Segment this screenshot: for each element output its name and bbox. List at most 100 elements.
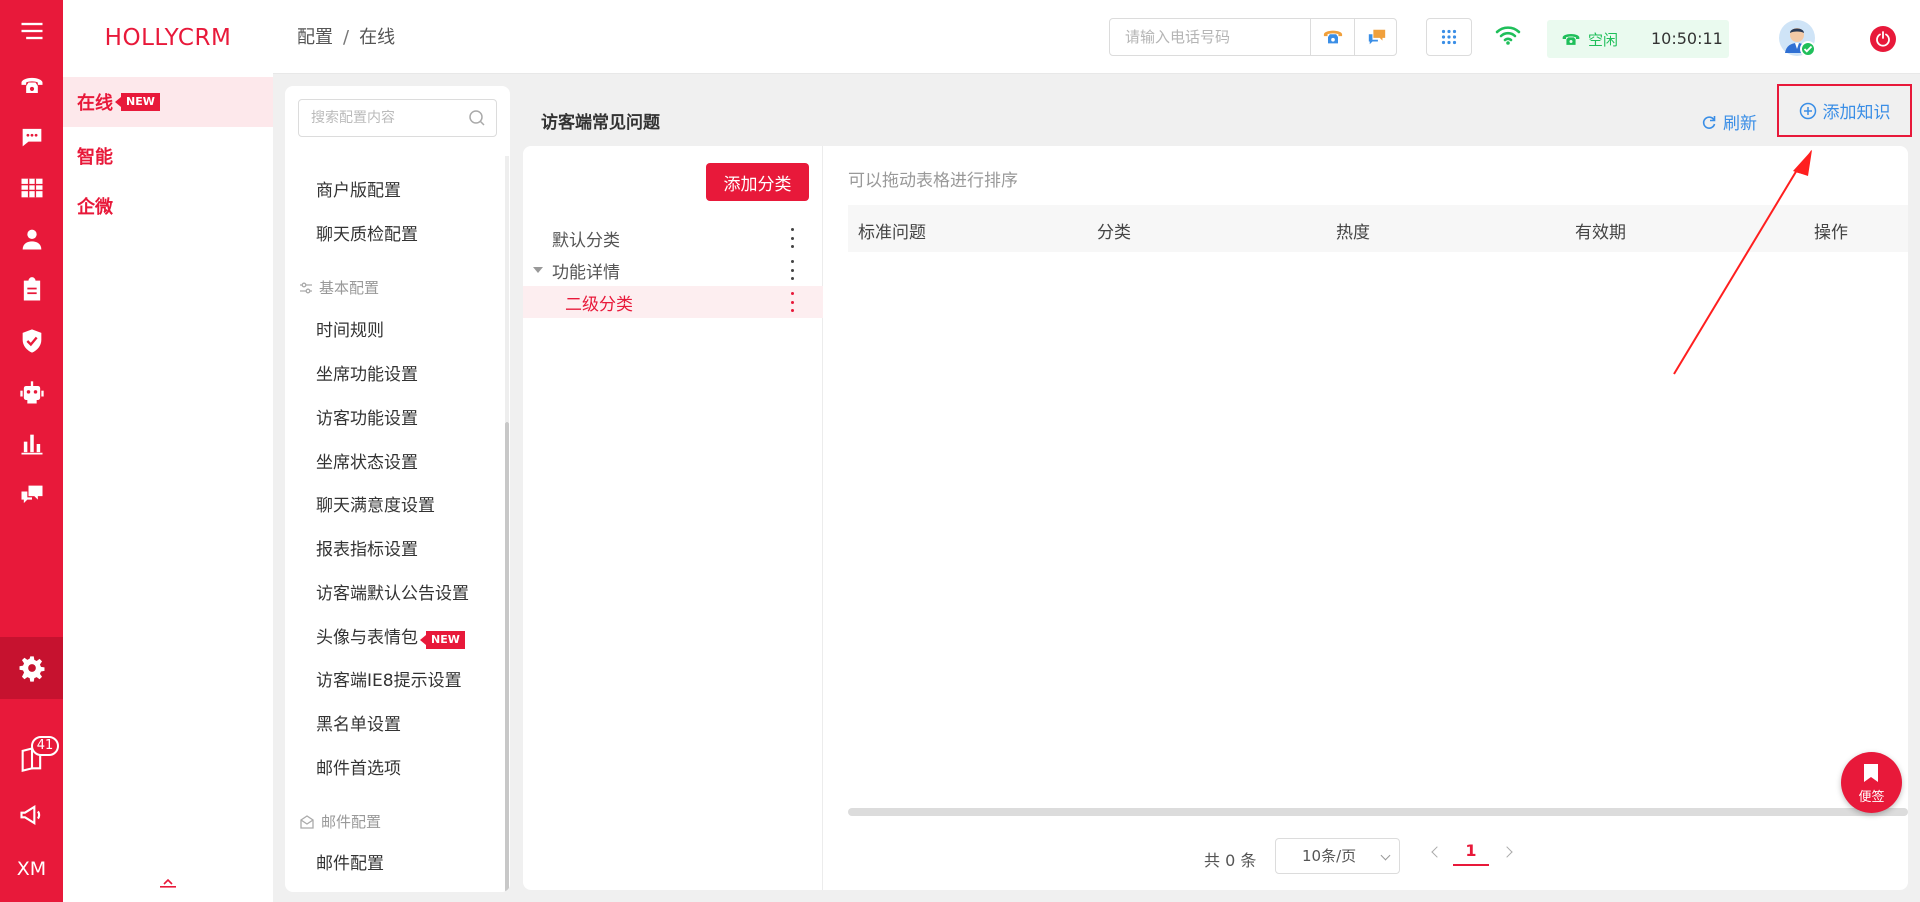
megaphone-icon xyxy=(19,804,40,826)
dial-button[interactable] xyxy=(1310,19,1354,55)
nav-item-label: 企微 xyxy=(77,197,113,218)
column-header: 操作 xyxy=(1814,223,1848,243)
page-size-value: 10条/页 xyxy=(1302,847,1357,865)
online-check-icon xyxy=(1800,41,1816,57)
tree-node-label: 默认分类 xyxy=(552,230,620,251)
nav-item-label: 智能 xyxy=(77,147,113,168)
tree-node-feature-detail[interactable]: 功能详情 xyxy=(523,254,823,286)
mail-icon xyxy=(300,814,314,829)
phone-dial-icon xyxy=(1323,30,1342,44)
config-item[interactable]: 坐席功能设置 xyxy=(316,360,418,385)
apps-button[interactable] xyxy=(1426,18,1472,56)
pagination: 共 0 条 10条/页 1 xyxy=(523,836,1908,876)
config-group-title: 邮件配置 xyxy=(321,813,382,831)
rail-messages[interactable] xyxy=(0,464,63,526)
config-group-basic: 基本配置 xyxy=(299,277,379,298)
column-header: 有效期 xyxy=(1575,223,1626,243)
chevron-left-icon[interactable] xyxy=(1431,846,1443,858)
table-horizontal-scrollbar[interactable] xyxy=(848,808,1908,816)
page-number[interactable]: 1 xyxy=(1453,836,1489,866)
config-item-chat-qa[interactable]: 聊天质检配置 xyxy=(316,220,418,245)
dial-box xyxy=(1109,18,1397,56)
nav-item-wecom[interactable]: 企微 xyxy=(63,181,273,231)
chat-bubble-icon xyxy=(22,128,41,147)
add-knowledge-button[interactable]: 添加知识 xyxy=(1777,84,1912,137)
breadcrumb: 配置 / 在线 xyxy=(297,23,395,49)
config-menu-panel: 商户版配置 聊天质检配置 基本配置 时间规则 坐席功能设置 访客功能设置 坐席状… xyxy=(285,86,510,892)
rail-settings[interactable] xyxy=(0,637,63,699)
status-clock: 10:50:11 xyxy=(1651,29,1723,48)
logout-button[interactable] xyxy=(1870,26,1896,52)
clipboard-icon xyxy=(23,277,40,301)
more-vertical-icon[interactable] xyxy=(791,260,795,280)
message-button[interactable] xyxy=(1354,19,1398,55)
icon-rail: 41 XM xyxy=(0,0,63,902)
tree-node-label: 二级分类 xyxy=(565,294,633,315)
chevron-right-icon[interactable] xyxy=(1501,846,1513,858)
tree-node-default[interactable]: 默认分类 xyxy=(523,222,823,254)
nav-item-smart[interactable]: 智能 xyxy=(63,131,273,181)
total-count: 共 0 条 xyxy=(1204,851,1257,870)
add-category-button[interactable]: 添加分类 xyxy=(706,163,809,201)
gear-icon xyxy=(19,656,44,682)
breadcrumb-separator: / xyxy=(343,27,350,48)
column-header: 热度 xyxy=(1336,223,1370,243)
column-header: 标准问题 xyxy=(858,223,926,243)
rail-footer-text: XM xyxy=(16,858,47,880)
config-item[interactable]: 聊天满意度设置 xyxy=(316,491,435,516)
config-item[interactable]: 坐席状态设置 xyxy=(316,448,418,473)
nav-item-online[interactable]: 在线 NEW xyxy=(63,77,273,127)
more-vertical-icon[interactable] xyxy=(791,292,795,312)
product-nav: HOLLYCRM 在线 NEW 智能 企微 xyxy=(63,0,273,902)
config-item[interactable]: 邮件首选项 xyxy=(316,754,401,779)
sliders-icon xyxy=(300,282,312,293)
phone-status-icon xyxy=(1562,34,1580,45)
tree-node-sub-category[interactable]: 二级分类 xyxy=(523,286,823,318)
agent-status-box[interactable]: 空闲 10:50:11 xyxy=(1547,20,1729,58)
rail-announcement[interactable] xyxy=(0,784,63,846)
config-item-mail[interactable]: 邮件配置 xyxy=(316,849,384,874)
power-icon xyxy=(1876,31,1890,47)
menu-scrollbar[interactable] xyxy=(505,422,509,892)
config-item-label: 头像与表情包 xyxy=(316,628,418,648)
robot-icon xyxy=(19,381,44,404)
more-vertical-icon[interactable] xyxy=(791,228,795,248)
config-item[interactable]: 时间规则 xyxy=(316,316,384,341)
scroll-track xyxy=(505,156,509,422)
tree-node-label: 功能详情 xyxy=(552,262,620,283)
chat-message-icon xyxy=(1368,29,1385,45)
config-item[interactable]: 报表指标设置 xyxy=(316,535,418,560)
config-search-input[interactable] xyxy=(299,100,459,136)
sticky-note-button[interactable]: 便签 xyxy=(1841,752,1902,813)
add-knowledge-label: 添加知识 xyxy=(1822,103,1891,123)
content-card: 添加分类 默认分类 功能详情 二级分类 可以拖动表格进行排序 标准问题 分类 热… xyxy=(523,146,1908,890)
top-header: 配置 / 在线 空闲 10:50:11 xyxy=(273,0,1920,74)
notification-count-badge: 41 xyxy=(31,736,59,756)
new-badge: NEW xyxy=(420,631,465,649)
telephone-icon xyxy=(21,77,42,93)
bookmark-icon xyxy=(1864,764,1878,782)
brand-logo: HOLLYCRM xyxy=(104,25,232,51)
config-item[interactable]: 访客端默认公告设置 xyxy=(316,579,469,604)
config-item-merchant[interactable]: 商户版配置 xyxy=(316,176,401,201)
config-item[interactable]: 黑名单设置 xyxy=(316,710,401,735)
config-item[interactable]: 访客端IE8提示设置 xyxy=(316,666,462,691)
page-size-select[interactable]: 10条/页 xyxy=(1275,838,1400,874)
menu-toggle-button[interactable] xyxy=(0,0,63,62)
config-item-avatar-emoji[interactable]: 头像与表情包 NEW xyxy=(316,623,465,649)
table-grid-icon xyxy=(21,178,42,198)
breadcrumb-parent[interactable]: 配置 xyxy=(297,27,333,48)
phone-number-input[interactable] xyxy=(1110,19,1310,55)
dots-grid-icon xyxy=(1441,29,1457,45)
refresh-button[interactable]: 刷新 xyxy=(1701,109,1757,134)
search-icon[interactable] xyxy=(468,109,486,127)
caret-down-icon[interactable] xyxy=(533,267,543,273)
agent-status-label: 空闲 xyxy=(1588,31,1619,49)
bar-chart-icon xyxy=(21,434,42,455)
config-item[interactable]: 访客功能设置 xyxy=(316,404,418,429)
hamburger-menu-icon xyxy=(21,22,42,40)
table-header: 标准问题 分类 热度 有效期 操作 xyxy=(848,205,1908,252)
message-bubbles-icon xyxy=(21,485,42,504)
collapse-up-icon[interactable] xyxy=(160,878,176,888)
breadcrumb-current: 在线 xyxy=(359,27,396,48)
